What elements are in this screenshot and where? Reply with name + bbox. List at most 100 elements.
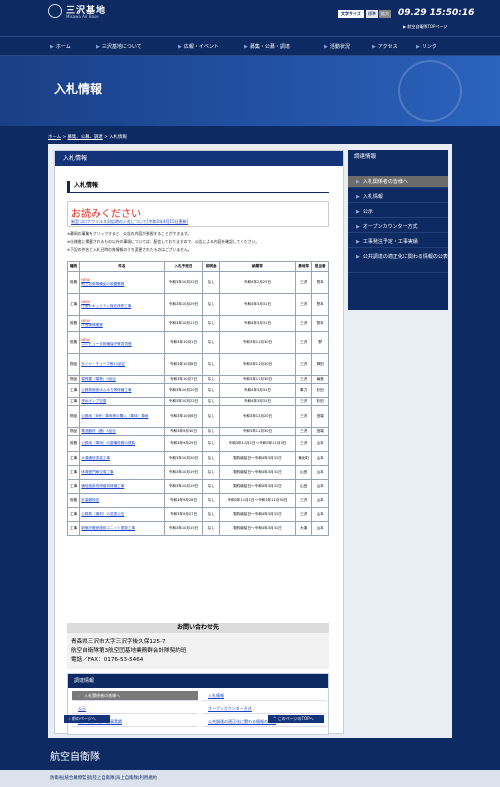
nav-label: 活動状況 <box>329 44 350 50</box>
cell-title[interactable]: 公務用（B号）車両等の購入（車体）車両 <box>79 405 165 428</box>
cell-title[interactable]: 公務員宿舎ほんみち等修繕工事 <box>79 383 165 398</box>
cell-base: 三沢 <box>294 397 313 406</box>
sidebar-item-open-counter[interactable]: ▶ オープンカウンター方式 <box>348 221 448 233</box>
title-link[interactable]: 寝具類（寝具）9品目 <box>81 377 116 381</box>
cell-title[interactable]: 通信施設改修維持修繕工事 <box>79 479 165 494</box>
sidebar: 調達情報 ▶ 入札関係者の皆様へ ▶ 入札情報 ▶ 公示 ▶ オープンカウンター方式 ▶… <box>348 150 448 310</box>
main-section-bar: 入札情報 <box>55 151 343 166</box>
cell-title[interactable]: 浸水ポンプ交換 <box>79 397 165 406</box>
nav-item-links[interactable]: ▶ リンク <box>416 43 437 50</box>
cell-title[interactable]: 電池器材（器）5品目 <box>79 427 165 436</box>
subnav-item-open-counter[interactable]: オープンカウンター方式 <box>202 704 326 714</box>
cell-person: 山本 <box>311 493 329 508</box>
table-row: 工事 大湊通信塗装工事 令和3年10月20日 なし 契約締結日～令和4年3月31日 東北町… <box>66 451 329 466</box>
breadcrumb-current: 入札情報 <box>109 135 127 140</box>
title-link[interactable]: 庁舎清掃業務 <box>81 323 103 327</box>
hero-banner: 入札情報 <box>0 56 500 126</box>
sidebar-item-bid-info[interactable]: ▶ 入札情報 <box>348 191 448 203</box>
nav-label: リンク <box>421 44 437 50</box>
sidebar-item-construction[interactable]: ▶ 工事発注予定・工事実績 <box>348 236 448 248</box>
title-link[interactable]: コンピュータ設備保守等賃貸借 <box>81 342 131 346</box>
nav-label: 募集・公募・調達 <box>249 44 290 50</box>
cell-title[interactable]: 寝具類（寝具）9品目 <box>79 375 165 384</box>
sidebar-item-label: 工事発注予定・工事実績 <box>362 239 418 245</box>
title-link[interactable]: タイヤ・チューブ等10品目 <box>81 362 125 366</box>
title-link[interactable]: 大湊通信塗装工事 <box>81 456 110 460</box>
col-header-person: 担当者 <box>311 261 329 272</box>
cell-title[interactable]: 体育館門扉交換工事 <box>79 465 165 480</box>
cell-title[interactable]: NEW 庁舎清掃業務 <box>79 315 165 332</box>
cell-title[interactable]: 公務用（車両）の整備役務の請負 <box>79 435 165 452</box>
cell-base: 車力 <box>294 383 313 398</box>
cell-date: 令和3年9月28日 <box>163 493 204 508</box>
cell-date: 令和3年9月30日 <box>163 427 204 436</box>
sidebar-arrow-icon: ▶ <box>356 194 360 200</box>
cell-title[interactable]: 計量器検定 <box>79 493 165 508</box>
nav-item-home[interactable]: ▶ ホーム <box>50 43 71 50</box>
cell-date: 令和3年10月15日 <box>163 521 204 536</box>
title-link[interactable]: 体育館門扉交換工事 <box>81 470 113 474</box>
cell-type: 役務 <box>66 435 81 452</box>
table-row: 工事 公務員宿舎ほんみち等修繕工事 令和3年10月20日 なし 令和4年3月31日 車力杉… <box>66 383 329 398</box>
title-link[interactable]: 公務員（機材）の変更公告 <box>81 512 124 516</box>
cell-person: 野 <box>311 331 329 354</box>
covid-notice-link[interactable]: 新型コロナウイルス対応時の入札について[令和2年4月15日更新] <box>71 219 188 225</box>
cell-title[interactable]: NEW 他上自衛隊備品の設置業務 <box>79 271 165 294</box>
cell-person: 山本 <box>311 507 329 522</box>
cell-date: 令和3年9月29日 <box>163 435 204 452</box>
title-link[interactable]: 公務用（車両）の整備役務の請負 <box>81 441 135 445</box>
title-link[interactable]: 計量器検定 <box>81 498 99 502</box>
cell-briefing: なし <box>202 397 221 406</box>
cell-briefing: なし <box>202 331 221 354</box>
cell-title[interactable]: 新築冷蔵室施設ユニット更新工事 <box>79 521 165 536</box>
cell-base: 三沢 <box>294 427 313 436</box>
title-link[interactable]: 公務用（B号）車両等の購入（車体）車両 <box>81 414 148 418</box>
nav-item-access[interactable]: ▶ アクセス <box>372 43 398 50</box>
font-size-large-button[interactable]: 拡大 <box>379 10 391 18</box>
nav-item-about[interactable]: ▶ 三沢基地について <box>96 43 142 50</box>
prev-page-label: 前のページへ <box>71 716 96 721</box>
nav-item-pr[interactable]: ▶ 広報・イベント <box>178 43 219 50</box>
cell-title[interactable]: NEW 庁舎セキュリティ強化改修工事 <box>79 293 165 316</box>
cell-term: 令和3年12月20日 <box>219 405 296 428</box>
cell-title[interactable]: 公務員（機材）の変更公告 <box>79 507 165 522</box>
prev-page-button[interactable]: ‹ 前のページへ <box>64 715 110 723</box>
title-link[interactable]: 庁舎セキュリティ強化改修工事 <box>81 304 131 308</box>
cell-person: 田端 <box>311 427 329 436</box>
cell-title[interactable]: タイヤ・チューブ等10品目 <box>79 353 165 376</box>
cell-date: 令和3年10月11日 <box>163 315 204 332</box>
sidebar-item-disclosure[interactable]: ▶ 公共調達の適正化に関わる情報の公表 <box>348 251 448 273</box>
sidebar-item-label: 入札情報 <box>362 194 383 200</box>
breadcrumb-procurement[interactable]: 募集、公募、調達 <box>68 135 103 140</box>
subnav-item-notice[interactable]: 公示 <box>72 704 198 714</box>
cell-term: 令和4年3月31日 <box>219 383 296 398</box>
nav-arrow-icon: ▶ <box>96 44 100 50</box>
table-row: 物品 寝具類（寝具）9品目 令和3年10月7日 なし 令和3年11月30日 三沢 篠島 <box>66 375 329 384</box>
nav-item-activities[interactable]: ▶ 活動状況 <box>324 43 350 50</box>
title-link[interactable]: 通信施設改修維持修繕工事 <box>81 484 124 488</box>
cell-date: 令和3年10月20日 <box>163 383 204 398</box>
title-link[interactable]: 浸水ポンプ交換 <box>81 399 106 403</box>
sidebar-item-notice[interactable]: ▶ 公示 <box>348 206 448 218</box>
nav-item-procurement[interactable]: ▶ 募集・公募・調達 <box>244 43 290 50</box>
subnav-item-bid-info[interactable]: 入札情報 <box>202 691 326 701</box>
jasdf-top-link[interactable]: ▶ 航空自衛隊TOPページ <box>403 24 447 30</box>
subnav-item-bidders[interactable]: ▶ 入札関係者の皆様へ <box>72 691 198 701</box>
title-link[interactable]: 公務員宿舎ほんみち等修繕工事 <box>81 388 131 392</box>
cell-person: 笹本 <box>311 271 329 294</box>
title-link[interactable]: 他上自衛隊備品の設置業務 <box>81 282 124 286</box>
font-size-standard-button[interactable]: 標準 <box>366 10 378 18</box>
cell-title[interactable]: NEW コンピュータ設備保守等賃貸借 <box>79 331 165 354</box>
title-link[interactable]: 新築冷蔵室施設ユニット更新工事 <box>81 526 135 530</box>
sidebar-item-bidders[interactable]: ▶ 入札関係者の皆様へ <box>348 176 448 188</box>
nav-label: ホーム <box>55 44 71 50</box>
footer-links[interactable]: 防衛省|統合幕僚監部|陸上自衛隊|海上自衛隊|利用規約 <box>50 775 157 781</box>
breadcrumb-home[interactable]: ホーム <box>48 135 61 140</box>
table-row: 役務 NEW 庁舎清掃業務 令和3年10月11日 なし 令和4年3月31日 三沢 笹本 <box>66 315 329 332</box>
cell-title[interactable]: 大湊通信塗装工事 <box>79 451 165 466</box>
cell-base: 三沢 <box>294 493 313 508</box>
cell-term: 令和4年3月31日 <box>219 315 296 332</box>
page-top-button[interactable]: ^ このページのTOPへ <box>268 715 324 723</box>
title-link[interactable]: 電池器材（器）5品目 <box>81 429 116 433</box>
cell-term: 契約締結日～令和4年3月31日 <box>219 521 296 536</box>
